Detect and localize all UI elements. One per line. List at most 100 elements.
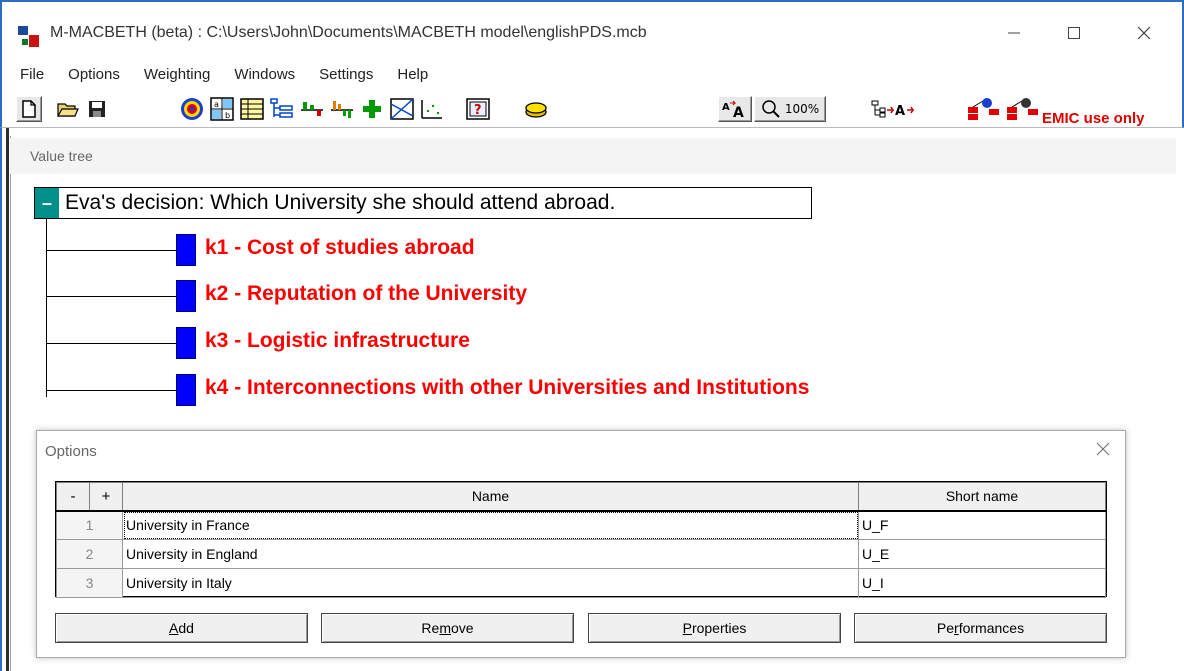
table-row[interactable]: 2 University in England U_E (56, 539, 1106, 569)
column-header-name[interactable]: Name (122, 482, 859, 512)
table-row[interactable]: 1 University in France U_F (56, 510, 1106, 540)
new-file-button[interactable] (16, 96, 42, 122)
criterion-k1-label[interactable]: k1 - Cost of studies abroad (205, 236, 475, 260)
svg-text:A: A (722, 102, 730, 113)
option-short-name-cell[interactable]: U_I (858, 568, 1106, 598)
plus-button[interactable] (358, 96, 386, 122)
save-file-button[interactable] (84, 96, 110, 122)
criterion-k2-label[interactable]: k2 - Reputation of the University (205, 282, 527, 306)
menu-file[interactable]: File (20, 66, 44, 83)
tree-connector-k3 (46, 343, 176, 344)
bar-chart-button[interactable] (298, 96, 326, 122)
font-button[interactable]: A A (718, 96, 752, 122)
option-short-name-cell[interactable]: U_E (858, 539, 1106, 569)
criterion-k3-label[interactable]: k3 - Logistic infrastructure (205, 329, 470, 353)
tree-connector-vertical (46, 219, 47, 397)
performances-button-suffix: formances (958, 620, 1025, 636)
menu-windows[interactable]: Windows (234, 66, 295, 83)
mdi-left-border (6, 128, 9, 671)
add-button-mnemonic: A (169, 620, 179, 636)
svg-text:a: a (214, 100, 219, 109)
option-name-cell[interactable]: University in France (122, 510, 859, 540)
emic-use-only-label: EMIC use only (1042, 110, 1145, 127)
option-name-cell[interactable]: University in England (122, 539, 859, 569)
tree-connector-k4 (46, 390, 176, 391)
remove-button-prefix: Re (421, 620, 440, 636)
options-dialog-close-button[interactable] (1095, 441, 1111, 460)
menu-bar: File Options Weighting Windows Settings … (0, 60, 1184, 88)
tree-connector-k2 (46, 296, 176, 297)
properties-button[interactable]: Properties (588, 613, 841, 643)
weighting-tool-2-button[interactable] (1006, 96, 1040, 122)
xy-map-button[interactable] (388, 96, 416, 122)
title-bar: M-MACBETH (beta) : C:\Users\John\Documen… (0, 0, 1184, 62)
remove-button-mnemonic: m (439, 620, 451, 636)
menu-settings[interactable]: Settings (319, 66, 373, 83)
font-size-icon: A A (722, 100, 744, 119)
tree-list-button[interactable] (268, 96, 296, 122)
option-short-name-cell[interactable]: U_F (858, 510, 1106, 540)
maximize-icon (1068, 27, 1080, 39)
help-query-button[interactable]: ? (464, 96, 492, 122)
macbeth-app-icon (18, 26, 39, 47)
close-button[interactable] (1122, 16, 1166, 50)
ab-matrix-icon: ab (210, 97, 234, 121)
difference-chart-button[interactable] (328, 96, 356, 122)
root-node[interactable]: – Eva's decision: Which University she s… (34, 187, 812, 219)
criterion-k3-box[interactable] (176, 327, 196, 359)
magnifier-icon (762, 100, 780, 118)
remove-button-suffix: ove (451, 620, 474, 636)
add-button[interactable]: Add (55, 613, 308, 643)
weights-2-icon (1007, 98, 1038, 120)
coins-icon (525, 102, 547, 118)
properties-button-suffix: roperties (691, 620, 747, 636)
maximize-button[interactable] (1052, 16, 1096, 50)
toolbar: ab ? A A 100% A (0, 88, 1184, 128)
criterion-k4-label[interactable]: k4 - Interconnections with other Univers… (205, 376, 809, 400)
table-button[interactable] (238, 96, 266, 122)
remove-button[interactable]: Re m ove (321, 613, 574, 643)
window-title: M-MACBETH (beta) : C:\Users\John\Documen… (50, 24, 647, 41)
minimize-icon (1008, 32, 1020, 34)
options-grid: - + Name Short name 1 University in Fran… (55, 481, 1107, 598)
value-tree-label: Value tree (30, 148, 93, 164)
open-file-button[interactable] (54, 96, 82, 122)
scatter-plot-button[interactable] (418, 96, 446, 122)
zoom-button[interactable]: 100% (754, 96, 826, 122)
open-folder-icon (57, 103, 79, 117)
column-header-short-name[interactable]: Short name (858, 482, 1106, 512)
value-tree-header (10, 138, 1176, 174)
target-button[interactable] (178, 96, 206, 122)
tree-to-text-button[interactable]: A (870, 96, 926, 122)
menu-weighting[interactable]: Weighting (144, 66, 210, 83)
row-number: 2 (56, 539, 123, 569)
matrix-ab-button[interactable]: ab (208, 96, 236, 122)
root-node-label: Eva's decision: Which University she sho… (65, 191, 616, 214)
new-file-icon (22, 100, 36, 118)
close-icon (1096, 442, 1110, 456)
minimize-button[interactable] (992, 16, 1036, 50)
bar-chart-icon (301, 102, 323, 116)
performances-button[interactable]: Pe r formances (854, 613, 1107, 643)
svg-text:A: A (895, 104, 905, 119)
remove-row-button[interactable]: - (57, 483, 90, 510)
criterion-k2-box[interactable] (176, 280, 196, 312)
scatter-plot-icon (421, 100, 442, 119)
options-dialog: Options - + Name Short name 1 University… (36, 430, 1126, 658)
weighting-tool-button[interactable] (966, 96, 1002, 122)
add-row-button[interactable]: + (90, 483, 122, 510)
collapse-toggle[interactable]: – (35, 188, 59, 218)
criterion-k4-box[interactable] (176, 374, 196, 406)
criterion-k1-box[interactable] (176, 234, 196, 266)
row-number: 3 (56, 568, 123, 598)
green-plus-icon (363, 100, 381, 118)
weights-icon (968, 98, 999, 120)
menu-options[interactable]: Options (68, 66, 120, 83)
zoom-label: 100% (784, 102, 820, 116)
coins-button[interactable] (522, 96, 550, 122)
row-controls-header: - + (56, 482, 123, 512)
option-name-cell[interactable]: University in Italy (122, 568, 859, 598)
menu-help[interactable]: Help (397, 66, 428, 83)
xy-map-icon (390, 98, 414, 120)
table-row[interactable]: 3 University in Italy U_I (56, 568, 1106, 598)
